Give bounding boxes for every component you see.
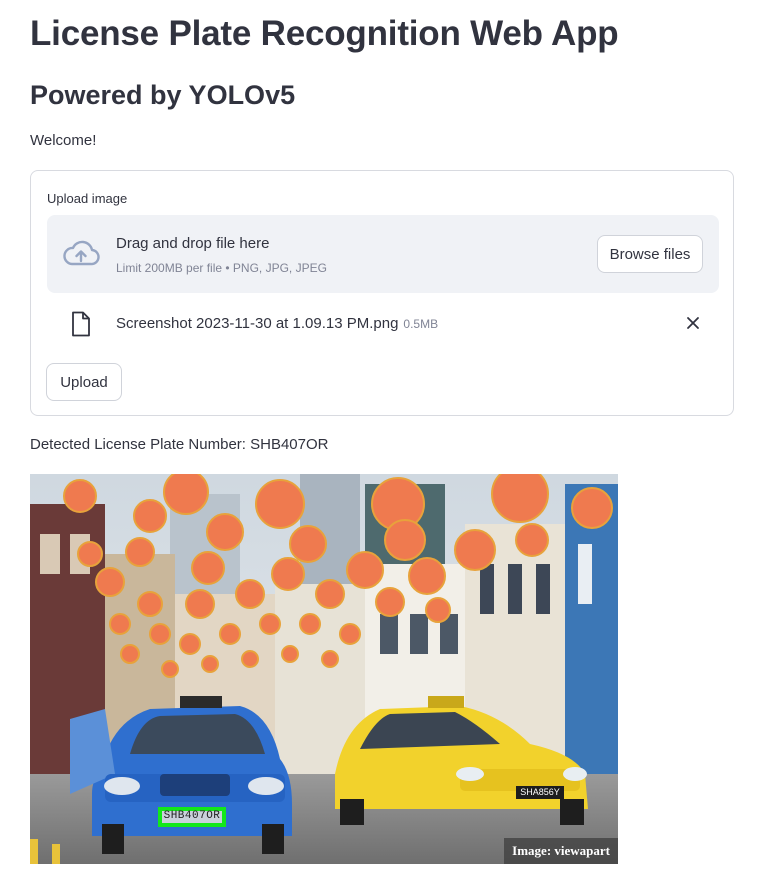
detection-bounding-box: SHB407OR: [158, 807, 226, 827]
uploaded-file-name: Screenshot 2023-11-30 at 1.09.13 PM.png 0…: [116, 315, 438, 332]
file-name-text: Screenshot 2023-11-30 at 1.09.13 PM.png: [116, 315, 399, 332]
page-title: License Plate Recognition Web App: [30, 14, 619, 53]
result-image: SHA856Y SHB407OR Image: viewapart: [30, 474, 618, 864]
welcome-text: Welcome!: [30, 132, 97, 149]
dropzone-limit: Limit 200MB per file • PNG, JPG, JPEG: [116, 261, 327, 275]
remove-file-button[interactable]: [681, 311, 705, 335]
close-icon: [687, 317, 699, 329]
other-plate-label: SHA856Y: [516, 786, 564, 799]
file-size: 0.5MB: [403, 317, 439, 331]
upload-button[interactable]: Upload: [46, 363, 122, 401]
uploaded-file-row: Screenshot 2023-11-30 at 1.09.13 PM.png 0…: [47, 307, 719, 341]
upload-form: Upload image Drag and drop file here Lim…: [30, 170, 734, 416]
cloud-upload-icon: [62, 239, 100, 269]
dropzone-instructions: Drag and drop file here: [116, 235, 270, 252]
browse-files-button[interactable]: Browse files: [597, 235, 703, 273]
file-dropzone[interactable]: Drag and drop file here Limit 200MB per …: [47, 215, 719, 293]
image-credit: Image: viewapart: [504, 838, 618, 864]
detected-plate-label: SHB407OR: [163, 810, 221, 822]
page-subtitle: Powered by YOLOv5: [30, 80, 296, 110]
upload-label: Upload image: [47, 191, 128, 206]
street-scene-illustration: [30, 474, 618, 864]
detected-plate-text: Detected License Plate Number: SHB407OR: [30, 436, 329, 453]
file-icon: [71, 311, 91, 337]
